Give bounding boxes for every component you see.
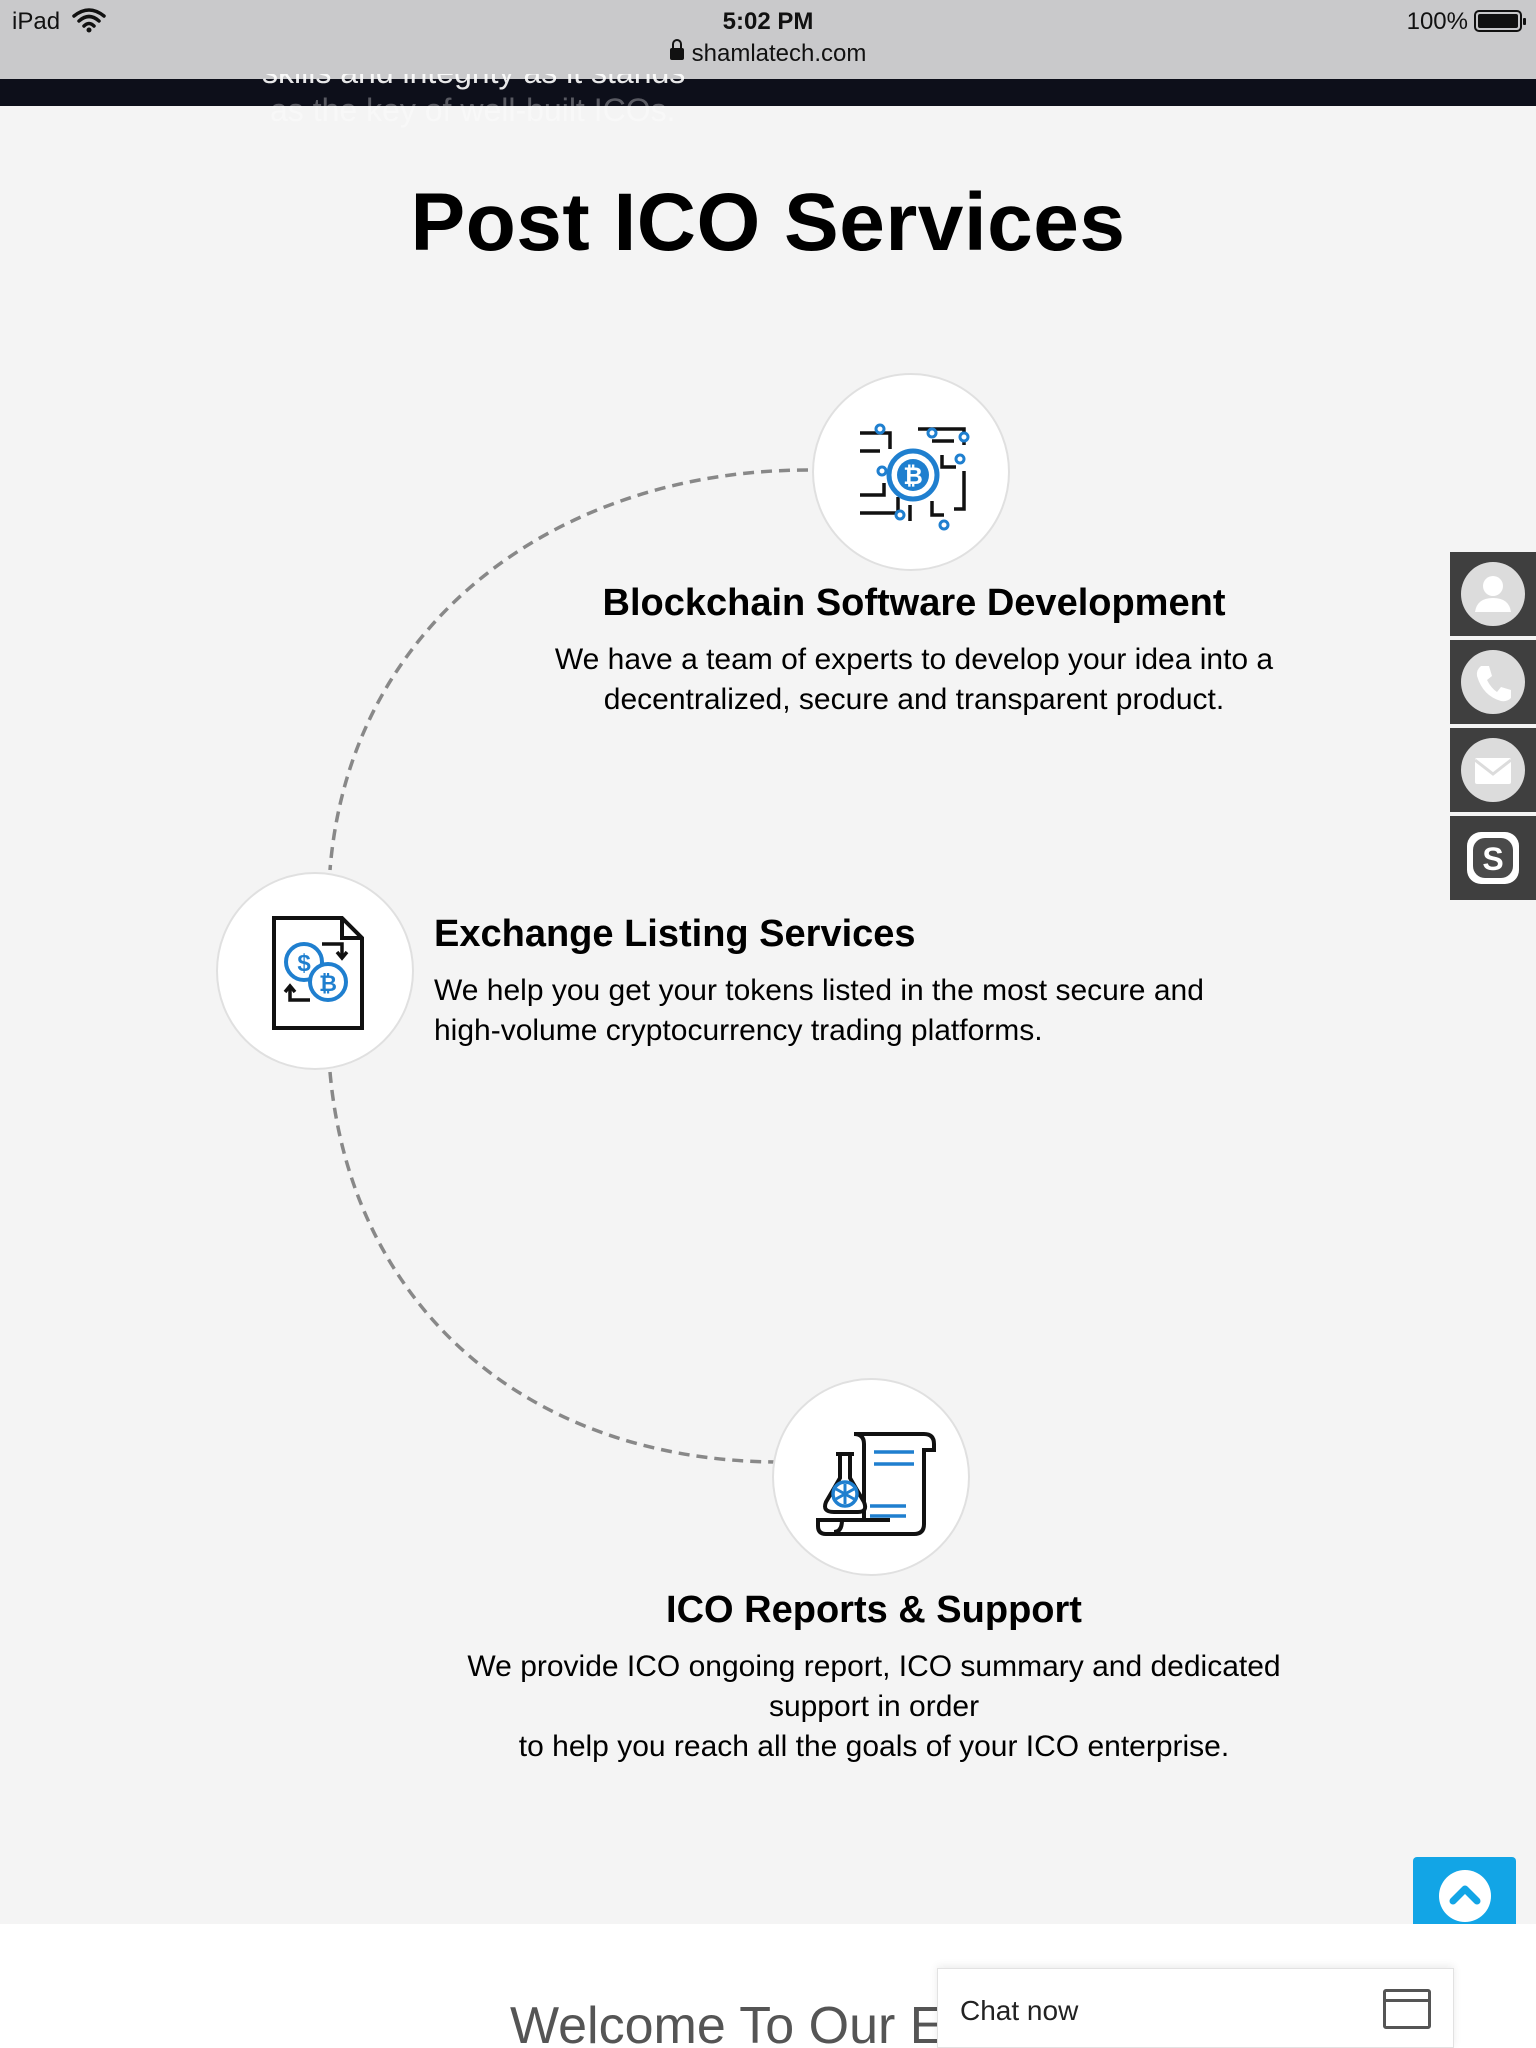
service-title: ICO Reports & Support [666,1589,1082,1631]
service-icon-circle: ₿ [812,373,1010,571]
chat-widget[interactable]: Chat now [937,1968,1454,2048]
mail-icon [1474,758,1512,784]
back-to-top-button[interactable] [1413,1857,1516,1934]
dollar-bitcoin-exchange-icon: $ ₿ [272,916,364,1030]
clock: 5:02 PM [722,8,814,35]
user-icon [1475,576,1511,612]
service-description: We help you get your tokens listed in th… [434,974,1204,1047]
svg-text:₿: ₿ [319,971,337,996]
service-icon-circle: $ ₿ [216,872,414,1070]
svg-text:₿: ₿ [903,463,923,490]
welcome-heading: Welcome To Our E [510,1997,945,2048]
chevron-up-icon [1439,1870,1491,1922]
lock-icon [669,39,684,62]
service-icon-circle [772,1378,970,1576]
ios-status-bar: iPad 5:02 PM 100% shamlatech.com [0,0,1536,79]
hero-text: skills and integrity as it stands as the… [262,74,685,128]
floating-contact-bar: S [1450,552,1536,904]
skype-button[interactable]: S [1450,816,1536,900]
service-title: Blockchain Software Development [602,582,1226,624]
battery-icon [1474,10,1526,32]
phone-icon [1476,666,1511,702]
contact-button[interactable] [1450,552,1536,636]
chat-label: Chat now [960,1995,1079,2026]
call-button[interactable] [1450,640,1536,724]
service-title: Exchange Listing Services [434,913,916,955]
page-title: Post ICO Services [410,177,1126,268]
service-description: We provide ICO ongoing report, ICO summa… [467,1650,1281,1763]
skype-icon: S [1467,832,1519,884]
report-scroll-icon [816,1432,936,1536]
email-button[interactable] [1450,728,1536,812]
svg-text:S: S [1482,841,1503,877]
address-bar[interactable]: shamlatech.com [0,39,1536,68]
service-description: We have a team of experts to develop you… [554,643,1274,716]
maximize-window-icon[interactable] [1383,1989,1431,2029]
bitcoin-circuit-icon: ₿ [860,423,970,531]
url-text: shamlatech.com [691,40,867,67]
battery-percent: 100% [1406,8,1468,35]
svg-text:$: $ [297,950,311,977]
hero-section [0,79,1536,106]
